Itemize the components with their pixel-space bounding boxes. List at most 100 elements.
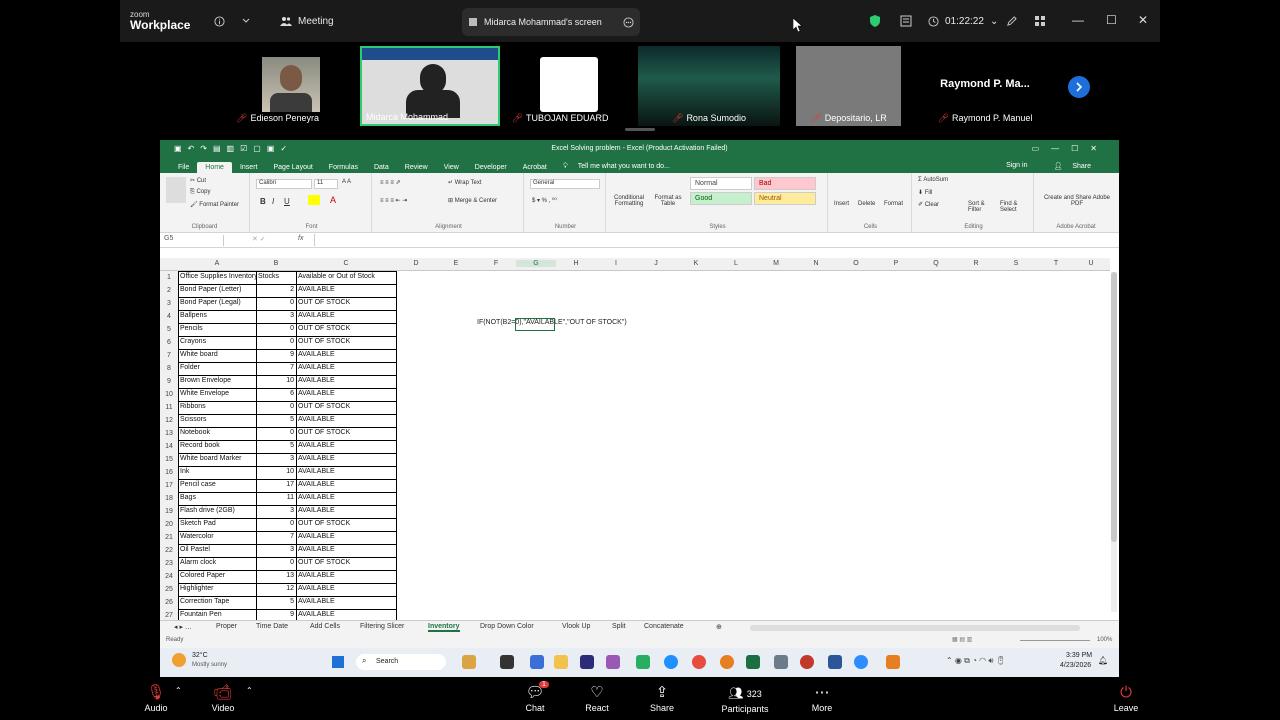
row-header[interactable]: 6 [160, 336, 178, 349]
style-normal[interactable]: Normal [690, 177, 752, 190]
row-header[interactable]: 20 [160, 518, 178, 531]
column-header-d[interactable]: D [396, 260, 436, 267]
word-icon[interactable] [828, 655, 842, 669]
formula-bar-buttons[interactable]: ✕ ✓ [252, 235, 266, 243]
item-cell[interactable]: Highlighter [178, 583, 256, 596]
number-format-select[interactable]: General [530, 179, 600, 189]
status-cell[interactable]: AVAILABLE [296, 284, 396, 297]
security-shield-icon[interactable] [870, 0, 880, 42]
share-button[interactable]: 👤︎ Share [1045, 160, 1107, 172]
item-cell[interactable]: Pencils [178, 323, 256, 336]
sheet-tab-filtering-slicer[interactable]: Filtering Slicer [360, 623, 404, 630]
item-cell[interactable]: Bond Paper (Legal) [178, 297, 256, 310]
stock-cell[interactable]: 5 [256, 414, 296, 427]
wrap-text-button[interactable]: ↵ Wrap Text [448, 179, 482, 186]
notes-icon[interactable] [900, 0, 912, 42]
sheet-tab-concatenate[interactable]: Concatenate [644, 623, 684, 630]
participant-tile[interactable]: Raymond P. Ma... 🎤︎ Raymond P. Manuel [920, 46, 1050, 126]
item-cell[interactable]: Colored Paper [178, 570, 256, 583]
item-cell[interactable]: White Envelope [178, 388, 256, 401]
merge-center-button[interactable]: ⊞ Merge & Center [448, 197, 497, 204]
taskbar-app-icon[interactable] [462, 655, 476, 669]
column-header-f[interactable]: F [476, 260, 516, 267]
row-header[interactable]: 17 [160, 479, 178, 492]
sheet-tab-split[interactable]: Split [612, 623, 626, 630]
stock-cell[interactable]: 9 [256, 349, 296, 362]
tab-developer[interactable]: Developer [467, 162, 515, 173]
row-header[interactable]: 2 [160, 284, 178, 297]
style-bad[interactable]: Bad [754, 177, 816, 190]
column-header-i[interactable]: I [596, 260, 636, 267]
column-header-g[interactable]: G [516, 260, 556, 267]
status-cell[interactable]: AVAILABLE [296, 310, 396, 323]
stock-cell[interactable]: 5 [256, 596, 296, 609]
column-header-c[interactable]: C [296, 260, 396, 267]
participant-tile[interactable]: 🎤︎ Edieson Peneyra [220, 46, 335, 126]
more-button[interactable]: ⋯ More [792, 678, 852, 720]
close-icon[interactable]: ✕ [1138, 13, 1148, 27]
tab-insert[interactable]: Insert [232, 162, 266, 173]
status-cell[interactable]: AVAILABLE [296, 531, 396, 544]
stock-cell[interactable]: 3 [256, 544, 296, 557]
sign-in-link[interactable]: Sign in [998, 160, 1035, 172]
row-header[interactable]: 1 [160, 271, 178, 284]
header-cell-c[interactable]: Available or Out of Stock [296, 271, 396, 284]
row-header[interactable]: 9 [160, 375, 178, 388]
stock-cell[interactable]: 12 [256, 583, 296, 596]
item-cell[interactable]: Folder [178, 362, 256, 375]
row-header[interactable]: 10 [160, 388, 178, 401]
sheet-tab-add-cells[interactable]: Add Cells [310, 623, 340, 630]
item-cell[interactable]: Brown Envelope [178, 375, 256, 388]
tab-view[interactable]: View [436, 162, 467, 173]
screen-share-indicator[interactable]: Midarca Mohammad's screen [462, 8, 640, 36]
row-header[interactable]: 14 [160, 440, 178, 453]
sheet-tab-vlook-up[interactable]: Vlook Up [562, 623, 590, 630]
stock-cell[interactable]: 5 [256, 440, 296, 453]
formula-input[interactable] [314, 234, 1094, 246]
status-cell[interactable]: AVAILABLE [296, 570, 396, 583]
tab-data[interactable]: Data [366, 162, 397, 173]
edge-icon[interactable] [664, 655, 678, 669]
sheet-tab-time-date[interactable]: Time Date [256, 623, 288, 630]
gallery-drag-handle[interactable] [625, 128, 655, 131]
find-select-button[interactable]: Find & Select [1000, 201, 1032, 213]
status-cell[interactable]: AVAILABLE [296, 453, 396, 466]
column-header-u[interactable]: U [1076, 260, 1106, 267]
stock-cell[interactable]: 6 [256, 388, 296, 401]
column-header-m[interactable]: M [756, 260, 796, 267]
calculator-icon[interactable] [774, 655, 788, 669]
stock-cell[interactable]: 0 [256, 401, 296, 414]
number-format-buttons[interactable]: $ ▾ % , ⁰⁰ [532, 197, 557, 204]
column-header-b[interactable]: B [256, 260, 296, 267]
stock-cell[interactable]: 0 [256, 323, 296, 336]
spreadsheet-grid[interactable]: ABCDEFGHIJKLMNOPQRSTU 1 Office Supplies I… [160, 258, 1119, 623]
row-header[interactable]: 11 [160, 401, 178, 414]
view-grid-icon[interactable] [1034, 0, 1046, 42]
taskbar-app-icon[interactable] [606, 655, 620, 669]
item-cell[interactable]: Ballpens [178, 310, 256, 323]
windows-start-icon[interactable] [332, 656, 344, 668]
item-cell[interactable]: Ink [178, 466, 256, 479]
item-cell[interactable]: Bond Paper (Letter) [178, 284, 256, 297]
font-size-change-buttons[interactable]: A A [342, 179, 351, 185]
create-share-pdf-button[interactable]: Create and Share Adobe PDF [1042, 195, 1112, 207]
clear-button[interactable]: ✐ Clear [918, 201, 939, 208]
status-cell[interactable]: AVAILABLE [296, 375, 396, 388]
stock-cell[interactable]: 3 [256, 505, 296, 518]
paste-icon[interactable] [166, 177, 186, 203]
participant-tile[interactable]: 🎤︎ TUBOJAN EDUARD [504, 46, 616, 126]
active-cell-g5[interactable] [515, 318, 555, 331]
align-buttons-top[interactable]: ≡ ≡ ≡ ⇗ [380, 179, 401, 186]
share-screen-button[interactable]: ⇪ Share [632, 678, 692, 720]
status-cell[interactable]: OUT OF STOCK [296, 401, 396, 414]
fill-color-icon[interactable] [308, 195, 320, 205]
column-header-l[interactable]: L [716, 260, 756, 267]
item-cell[interactable]: Flash drive (2GB) [178, 505, 256, 518]
stock-cell[interactable]: 3 [256, 453, 296, 466]
tab-page-layout[interactable]: Page Layout [265, 162, 320, 173]
tab-acrobat[interactable]: Acrobat [515, 162, 555, 173]
delete-cells-button[interactable]: Delete [858, 201, 875, 207]
fill-button[interactable]: ⬇ Fill [918, 189, 932, 196]
status-cell[interactable]: AVAILABLE [296, 492, 396, 505]
format-as-table-button[interactable]: Format as Table [650, 195, 686, 207]
